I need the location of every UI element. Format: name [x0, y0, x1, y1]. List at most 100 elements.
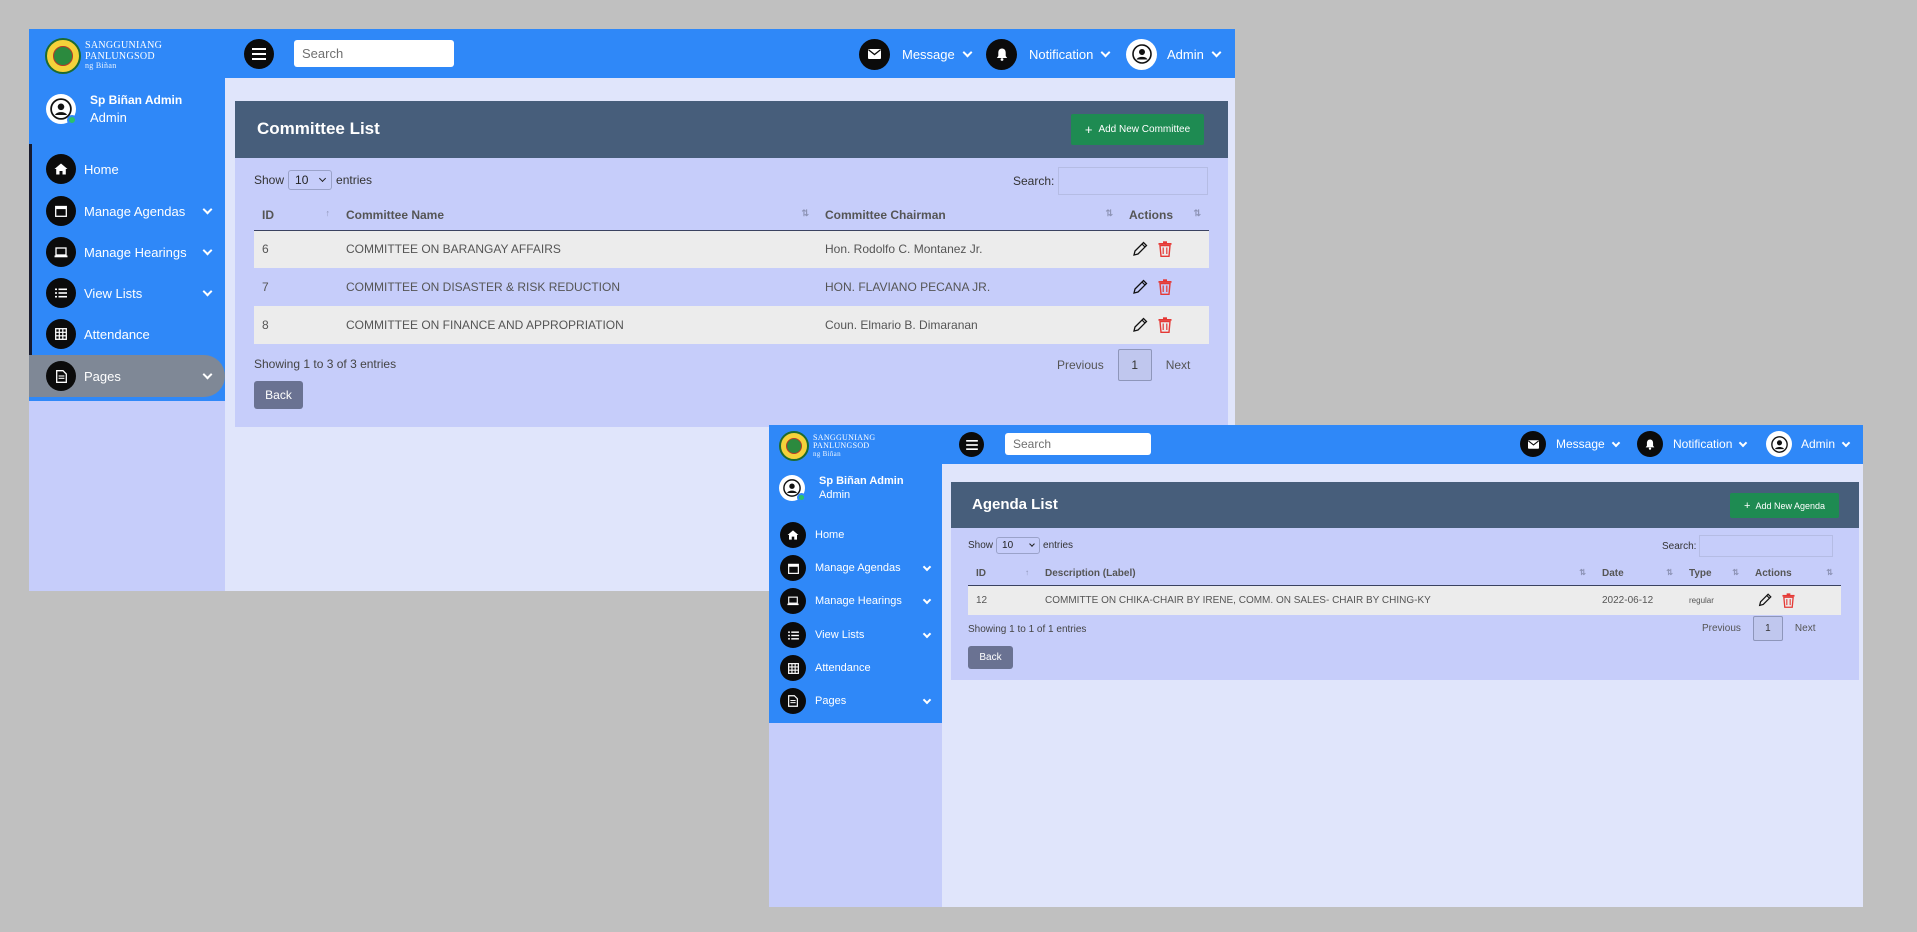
cell-description: COMMITTE ON CHIKA-CHAIR BY IRENE, COMM. …: [1037, 585, 1594, 615]
sidebar-item-manage-agendas[interactable]: Manage Agendas: [29, 193, 225, 229]
chevron-down-icon: [962, 47, 973, 57]
entries-label: entries: [336, 173, 373, 187]
sidebar-item-manage-hearings[interactable]: Manage Hearings: [769, 586, 942, 616]
sidebar-item-manage-hearings[interactable]: Manage Hearings: [29, 234, 225, 270]
brand-line-3: ng Biñan: [813, 449, 841, 458]
table-search-input[interactable]: [1699, 535, 1834, 557]
column-header-description[interactable]: Description (Label) ⇅: [1037, 562, 1594, 586]
message-menu[interactable]: Message: [859, 38, 973, 70]
sort-icon: ⇅: [1666, 567, 1673, 577]
page-title: Committee List: [257, 119, 380, 138]
admin-label: Admin: [1801, 437, 1836, 451]
admin-menu[interactable]: Admin: [1126, 38, 1222, 70]
previous-page-link[interactable]: Previous: [1057, 358, 1104, 372]
column-header-chairman[interactable]: Committee Chairman ⇅: [817, 200, 1121, 231]
chevron-down-icon: [202, 369, 213, 380]
sidebar-item-attendance[interactable]: Attendance: [29, 316, 225, 352]
agenda-panel: Agenda List + Add New Agenda Show 10 ent…: [951, 482, 1859, 680]
message-menu[interactable]: Message: [1520, 431, 1620, 457]
sidebar-item-view-lists[interactable]: View Lists: [29, 275, 225, 311]
trash-icon[interactable]: [1158, 241, 1172, 258]
notification-menu[interactable]: Notification: [1637, 431, 1748, 457]
sort-icon: ↑: [1025, 567, 1029, 577]
add-new-agenda-button[interactable]: + Add New Agenda: [1730, 493, 1839, 518]
add-new-committee-button[interactable]: + Add New Committee: [1071, 114, 1204, 145]
next-page-link[interactable]: Next: [1795, 623, 1816, 634]
chevron-down-icon: [922, 562, 932, 572]
sidebar-item-pages[interactable]: Pages: [769, 686, 942, 716]
sidebar-item-manage-agendas[interactable]: Manage Agendas: [769, 553, 942, 583]
cell-id: 8: [254, 306, 338, 344]
entries-label: entries: [1043, 540, 1074, 551]
user-profile[interactable]: Sp Biñan Admin Admin: [779, 475, 904, 502]
next-page-link[interactable]: Next: [1166, 358, 1191, 372]
trash-icon[interactable]: [1782, 593, 1795, 608]
cell-name: COMMITTEE ON FINANCE AND APPROPRIATION: [338, 306, 817, 344]
cell-date: 2022-06-12: [1594, 585, 1681, 615]
sidebar-item-label: View Lists: [84, 285, 143, 301]
current-page-button[interactable]: 1: [1752, 616, 1783, 641]
column-header-actions[interactable]: Actions ⇅: [1747, 562, 1841, 586]
city-seal-icon: [45, 38, 81, 74]
current-page-button[interactable]: 1: [1117, 349, 1152, 381]
sidebar-item-view-lists[interactable]: View Lists: [769, 620, 942, 650]
column-header-actions[interactable]: Actions ⇅: [1121, 200, 1209, 231]
brand-logo[interactable]: SANGGUNIANG PANLUNGSOD ng Biñan: [779, 431, 875, 461]
back-button[interactable]: Back: [254, 381, 303, 409]
brand-logo[interactable]: SANGGUNIANG PANLUNGSOD ng Biñan: [45, 38, 162, 74]
sort-icon: ⇅: [801, 207, 809, 218]
sidebar-item-label: Attendance: [815, 662, 871, 674]
chevron-down-icon: [922, 695, 932, 705]
envelope-icon: [1520, 431, 1546, 457]
back-button[interactable]: Back: [968, 646, 1013, 669]
chevron-down-icon: [1100, 47, 1111, 57]
edit-icon[interactable]: [1131, 240, 1149, 258]
sort-icon: ⇅: [1826, 567, 1833, 577]
table-row: 8 COMMITTEE ON FINANCE AND APPROPRIATION…: [254, 306, 1209, 344]
sidebar-item-label: Attendance: [84, 326, 150, 342]
sidebar-item-attendance[interactable]: Attendance: [769, 653, 942, 683]
previous-page-link[interactable]: Previous: [1702, 623, 1741, 634]
committee-panel: Committee List + Add New Committee Show …: [235, 101, 1228, 427]
search-input[interactable]: [294, 40, 454, 67]
edit-icon[interactable]: [1757, 592, 1773, 608]
sidebar-item-home[interactable]: Home: [769, 520, 942, 550]
chevron-down-icon: [202, 204, 213, 215]
notification-menu[interactable]: Notification: [986, 38, 1111, 70]
table-icon: [780, 655, 806, 681]
menu-toggle-button[interactable]: [244, 39, 274, 69]
file-icon: [46, 361, 76, 391]
table-search-control: Search:: [1013, 167, 1209, 195]
trash-icon[interactable]: [1158, 317, 1172, 333]
admin-menu[interactable]: Admin: [1766, 431, 1851, 457]
entries-length-control: Show 10 entries: [254, 170, 372, 190]
sidebar-item-home[interactable]: Home: [29, 151, 225, 187]
list-icon: [780, 622, 806, 648]
column-header-name[interactable]: Committee Name ⇅: [338, 200, 817, 231]
edit-icon[interactable]: [1131, 316, 1149, 334]
menu-toggle-button[interactable]: [959, 432, 984, 457]
chevron-down-icon: [1739, 438, 1748, 447]
trash-icon[interactable]: [1158, 279, 1172, 295]
message-label: Message: [1556, 437, 1605, 451]
entries-select[interactable]: 10: [996, 537, 1041, 554]
table-icon: [46, 319, 76, 349]
online-status-dot: [797, 493, 806, 502]
entries-select[interactable]: 10: [288, 170, 333, 190]
column-header-id[interactable]: ID ↑: [254, 200, 338, 231]
sidebar-item-label: Manage Hearings: [84, 244, 187, 260]
edit-icon[interactable]: [1131, 278, 1149, 296]
chevron-down-icon: [922, 595, 932, 605]
search-input[interactable]: [1005, 433, 1151, 455]
cell-name: COMMITTEE ON DISASTER & RISK REDUCTION: [338, 268, 817, 306]
cell-id: 7: [254, 268, 338, 306]
column-header-id[interactable]: ID ↑: [968, 562, 1037, 586]
column-header-type[interactable]: Type ⇅: [1681, 562, 1747, 586]
sidebar-item-pages[interactable]: Pages: [29, 355, 225, 397]
user-profile[interactable]: Sp Biñan Admin Admin: [46, 93, 182, 125]
chevron-down-icon: [202, 245, 213, 256]
user-name: Sp Biñan Admin: [90, 93, 183, 107]
avatar: [46, 94, 77, 125]
table-search-input[interactable]: [1058, 167, 1209, 195]
column-header-date[interactable]: Date ⇅: [1594, 562, 1681, 586]
